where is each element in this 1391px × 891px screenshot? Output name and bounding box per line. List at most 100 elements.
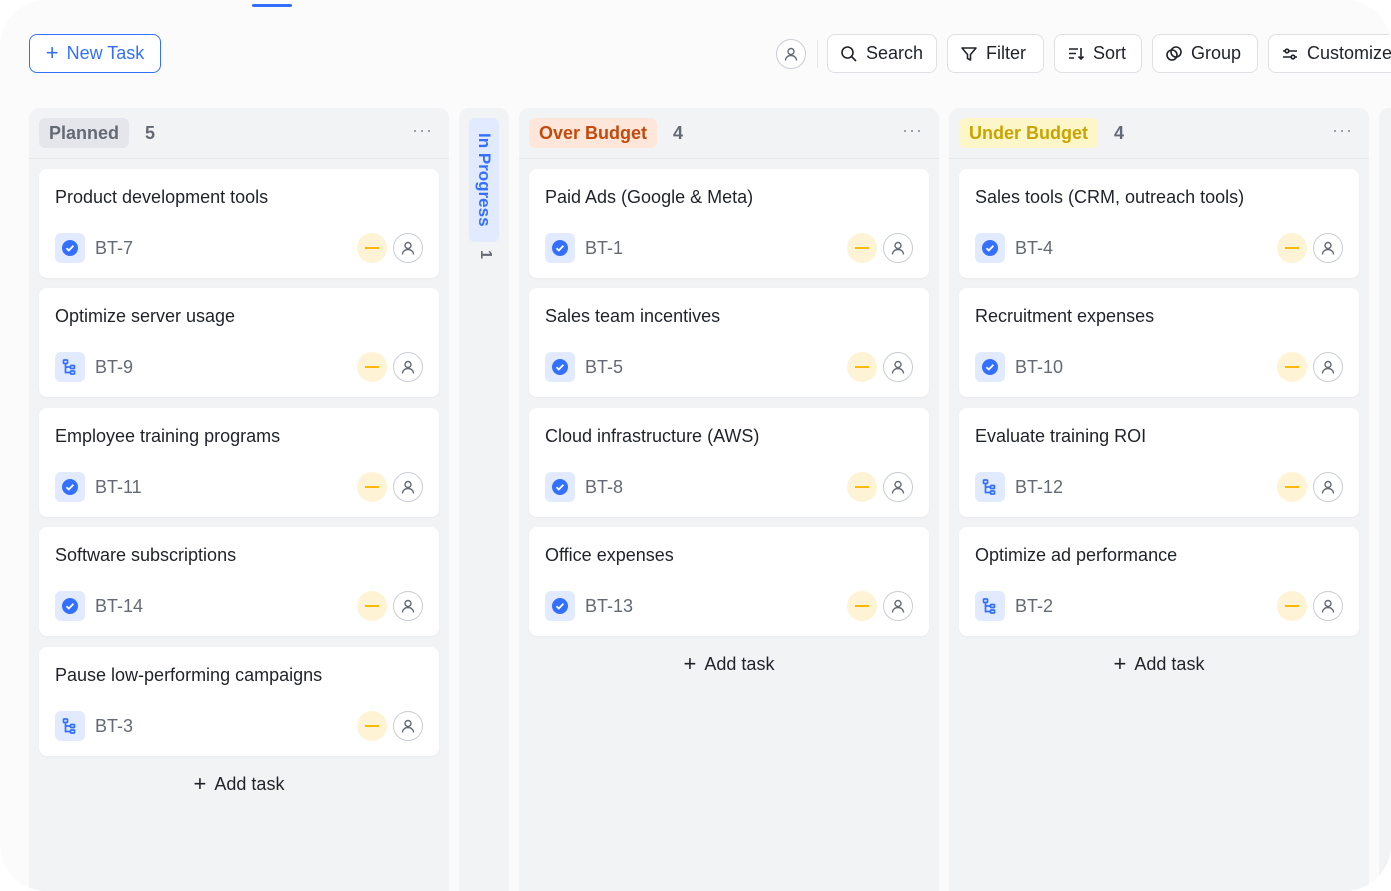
check-circle-icon <box>55 472 85 502</box>
check-circle-icon <box>545 591 575 621</box>
task-id: BT-9 <box>95 357 134 377</box>
plus-icon: + <box>193 770 207 796</box>
task-title: Sales team incentives <box>545 306 721 326</box>
assignee-icon[interactable] <box>1313 352 1343 382</box>
group-button[interactable]: Group <box>1152 34 1258 73</box>
task-card[interactable]: Employee training programs BT-11 <box>39 408 439 517</box>
check-circle-icon <box>55 591 85 621</box>
column-status-pill[interactable]: Under Budget <box>959 118 1098 148</box>
task-title: Software subscriptions <box>55 545 237 565</box>
more-icon[interactable]: ··· <box>412 120 433 141</box>
priority-medium-icon[interactable] <box>1277 233 1307 263</box>
task-card[interactable]: Paid Ads (Google & Meta) BT-1 <box>529 169 929 278</box>
add-task-label: Add task <box>214 774 285 794</box>
assignee-icon[interactable] <box>883 591 913 621</box>
priority-medium-icon[interactable] <box>1277 352 1307 382</box>
new-task-button[interactable]: + New Task <box>29 34 161 73</box>
priority-medium-icon[interactable] <box>357 591 387 621</box>
column-count: 5 <box>145 122 156 143</box>
subtask-icon <box>55 711 85 741</box>
column-divider <box>29 158 449 159</box>
priority-medium-icon[interactable] <box>847 352 877 382</box>
subtask-icon <box>55 352 85 382</box>
add-task-button[interactable]: + Add task <box>29 770 449 796</box>
filter-button[interactable]: Filter <box>947 34 1044 73</box>
task-card[interactable]: Evaluate training ROI BT-12 <box>959 408 1359 517</box>
assignee-icon[interactable] <box>883 233 913 263</box>
column-status-pill[interactable]: Planned <box>39 118 130 148</box>
group-label: Group <box>1191 43 1242 63</box>
more-icon[interactable]: ··· <box>902 120 923 141</box>
task-card[interactable]: Pause low-performing campaigns BT-3 <box>39 647 439 756</box>
task-id: BT-5 <box>585 357 624 377</box>
priority-medium-icon[interactable] <box>357 472 387 502</box>
task-card[interactable]: Optimize server usage BT-9 <box>39 288 439 397</box>
task-id: BT-7 <box>95 238 134 258</box>
add-task-button[interactable]: + Add task <box>519 650 939 676</box>
column-header: Over Budget 4 ··· <box>529 118 929 148</box>
priority-medium-icon[interactable] <box>1277 472 1307 502</box>
assignee-icon[interactable] <box>1313 472 1343 502</box>
column-in-progress-collapsed[interactable]: In Progress 1 <box>459 108 509 891</box>
task-card[interactable]: Recruitment expenses BT-10 <box>959 288 1359 397</box>
task-title: Evaluate training ROI <box>975 426 1147 446</box>
task-card[interactable]: Sales tools (CRM, outreach tools) BT-4 <box>959 169 1359 278</box>
task-title: Optimize ad performance <box>975 545 1178 565</box>
sort-button[interactable]: Sort <box>1054 34 1142 73</box>
task-title: Product development tools <box>55 187 269 207</box>
column-name: In Progress <box>475 133 494 227</box>
customize-button[interactable]: Customize <box>1268 34 1391 73</box>
filter-icon <box>961 46 977 61</box>
check-circle-icon <box>975 352 1005 382</box>
task-id: BT-12 <box>1015 477 1064 497</box>
task-card[interactable]: Cloud infrastructure (AWS) BT-8 <box>529 408 929 517</box>
assignee-icon[interactable] <box>883 352 913 382</box>
group-icon <box>1166 45 1182 61</box>
priority-medium-icon[interactable] <box>357 352 387 382</box>
search-button[interactable]: Search <box>827 34 937 73</box>
priority-medium-icon[interactable] <box>847 472 877 502</box>
task-id: BT-4 <box>1015 238 1054 258</box>
assignee-icon[interactable] <box>393 233 423 263</box>
assignee-icon[interactable] <box>393 711 423 741</box>
assignee-icon[interactable] <box>1313 591 1343 621</box>
column-divider <box>519 158 939 159</box>
column-status-pill[interactable]: Over Budget <box>529 118 658 148</box>
priority-medium-icon[interactable] <box>847 233 877 263</box>
priority-medium-icon[interactable] <box>357 233 387 263</box>
assignee-icon[interactable] <box>393 591 423 621</box>
priority-medium-icon[interactable] <box>357 711 387 741</box>
subtask-icon <box>975 472 1005 502</box>
column-header: Planned 5 ··· <box>39 118 439 148</box>
search-label: Search <box>866 43 924 63</box>
add-task-label: Add task <box>1134 654 1205 674</box>
column-divider <box>949 158 1369 159</box>
task-card[interactable]: Software subscriptions BT-14 <box>39 527 439 636</box>
plus-icon: + <box>45 39 59 65</box>
task-card[interactable]: Product development tools BT-7 <box>39 169 439 278</box>
column-status-pill[interactable]: In Progress <box>469 118 499 242</box>
plus-icon: + <box>683 650 697 676</box>
priority-medium-icon[interactable] <box>1277 591 1307 621</box>
check-circle-icon <box>545 352 575 382</box>
task-card[interactable]: Optimize ad performance BT-2 <box>959 527 1359 636</box>
more-icon[interactable]: ··· <box>1332 120 1353 141</box>
task-title: Sales tools (CRM, outreach tools) <box>975 187 1245 207</box>
assignee-icon[interactable] <box>393 472 423 502</box>
search-icon <box>841 45 857 62</box>
task-id: BT-10 <box>1015 357 1064 377</box>
task-title: Cloud infrastructure (AWS) <box>545 426 760 446</box>
assignee-icon[interactable] <box>883 472 913 502</box>
column-planned: Planned 5 ··· Product development tools … <box>29 108 449 891</box>
assignee-icon[interactable] <box>393 352 423 382</box>
task-title: Recruitment expenses <box>975 306 1155 326</box>
plus-icon: + <box>1113 650 1127 676</box>
task-card[interactable]: Office expenses BT-13 <box>529 527 929 636</box>
task-card[interactable]: Sales team incentives BT-5 <box>529 288 929 397</box>
assignee-icon[interactable] <box>1313 233 1343 263</box>
add-task-button[interactable]: + Add task <box>949 650 1369 676</box>
column-over-budget: Over Budget 4 ··· Paid Ads (Google & Met… <box>519 108 939 891</box>
user-avatar-filter[interactable] <box>776 39 806 69</box>
priority-medium-icon[interactable] <box>847 591 877 621</box>
task-id: BT-14 <box>95 596 144 616</box>
